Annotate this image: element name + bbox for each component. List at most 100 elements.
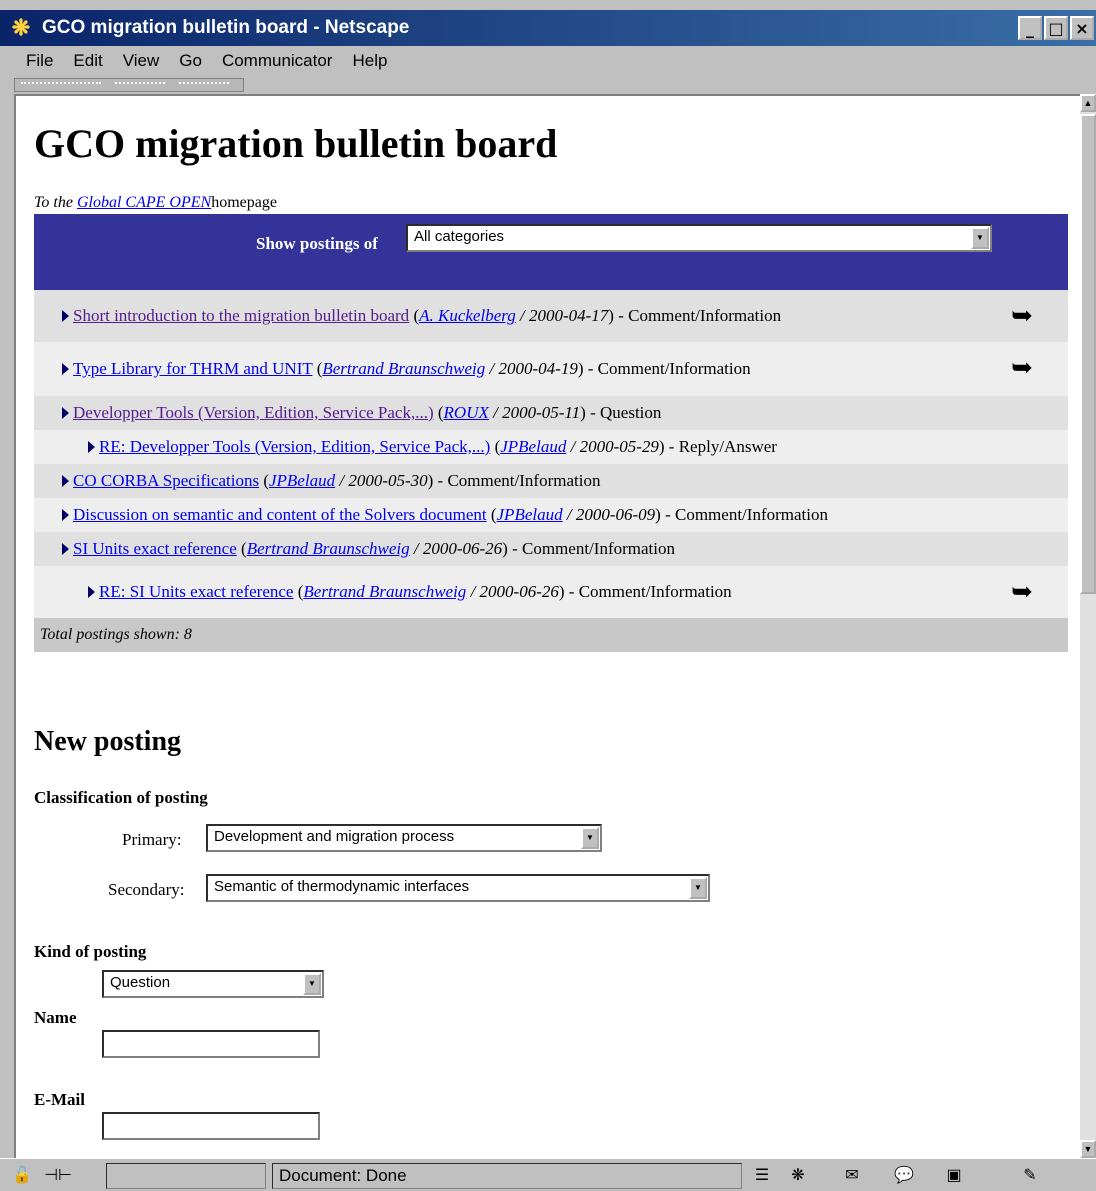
bullet-triangle-icon	[88, 586, 95, 598]
posting-title-link[interactable]: RE: SI Units exact reference	[99, 582, 293, 601]
chevron-down-icon[interactable]: ▼	[303, 973, 321, 995]
email-label: E-Mail	[34, 1090, 85, 1109]
posting-title-link[interactable]: Developper Tools (Version, Edition, Serv…	[73, 403, 434, 422]
intro-prefix: To the	[34, 194, 73, 211]
posting-row-reply: RE: SI Units exact reference (Bertrand B…	[34, 566, 1068, 618]
minimize-button[interactable]: _	[1018, 16, 1042, 40]
total-postings: Total postings shown: 8	[34, 618, 1068, 652]
bullet-triangle-icon	[62, 407, 69, 419]
global-cape-open-link[interactable]: Global CAPE OPEN	[77, 194, 211, 211]
primary-select[interactable]: Development and migration process ▼	[206, 824, 602, 852]
scroll-up-icon[interactable]: ▲	[1080, 94, 1096, 112]
reply-arrow-icon[interactable]: ➥	[1004, 354, 1040, 382]
author-link[interactable]: Bertrand Braunschweig	[247, 539, 410, 558]
author-link[interactable]: Bertrand Braunschweig	[303, 582, 466, 601]
composer-icon[interactable]: ✎	[1016, 1165, 1044, 1187]
posting-row: Short introduction to the migration bull…	[34, 290, 1068, 342]
posting-row: Discussion on semantic and content of th…	[34, 498, 1068, 532]
navigator-icon[interactable]: ❋	[784, 1165, 812, 1187]
posting-title-link[interactable]: Discussion on semantic and content of th…	[73, 505, 487, 524]
posting-date: 2000-06-09	[575, 505, 656, 524]
reply-arrow-icon[interactable]: ➥	[1004, 302, 1040, 330]
scroll-thumb[interactable]	[1080, 114, 1096, 594]
postings-list: Short introduction to the migration bull…	[34, 290, 1068, 652]
bullet-triangle-icon	[62, 475, 69, 487]
posting-date: 2000-04-19	[498, 359, 578, 378]
menu-file[interactable]: File	[26, 46, 53, 76]
bullet-triangle-icon	[62, 543, 69, 555]
page-viewport: GCO migration bulletin board To the Glob…	[14, 94, 1080, 1158]
posting-title-link[interactable]: RE: Developper Tools (Version, Edition, …	[99, 437, 490, 456]
menu-help[interactable]: Help	[352, 46, 387, 76]
posting-date: 2000-06-26	[479, 582, 559, 601]
posting-date: 2000-05-11	[502, 403, 581, 422]
mail-icon[interactable]: ✉	[838, 1165, 866, 1187]
chevron-down-icon[interactable]: ▼	[971, 227, 989, 249]
posting-date: 2000-05-30	[348, 471, 428, 490]
bullet-triangle-icon	[88, 441, 95, 453]
scroll-down-icon[interactable]: ▼	[1080, 1140, 1096, 1158]
browser-window: ❋ GCO migration bulletin board - Netscap…	[0, 0, 1096, 1191]
close-button[interactable]: ×	[1070, 16, 1094, 40]
vertical-scrollbar[interactable]: ▲ ▼	[1080, 94, 1096, 1158]
posting-row: Developper Tools (Version, Edition, Serv…	[34, 396, 1068, 430]
name-input[interactable]	[102, 1030, 320, 1058]
filter-bar: Show postings of All categories ▼	[34, 214, 1068, 290]
posting-kind: Comment/Information	[675, 505, 828, 524]
category-select[interactable]: All categories ▼	[406, 224, 992, 252]
posting-kind: Comment/Information	[597, 359, 751, 378]
netscape-logo-icon: ❋	[11, 15, 31, 40]
posting-row: SI Units exact reference (Bertrand Braun…	[34, 532, 1068, 566]
bullet-triangle-icon	[62, 509, 69, 521]
posting-kind: Comment/Information	[522, 539, 675, 558]
chevron-down-icon[interactable]: ▼	[581, 827, 599, 849]
menu-edit[interactable]: Edit	[73, 46, 102, 76]
menu-go[interactable]: Go	[179, 46, 202, 76]
secondary-select[interactable]: Semantic of thermodynamic interfaces ▼	[206, 874, 710, 902]
secondary-label: Secondary:	[108, 880, 185, 899]
page-title: GCO migration bulletin board	[34, 121, 558, 166]
posting-title-link[interactable]: Type Library for THRM and UNIT	[73, 359, 312, 378]
posting-row: Type Library for THRM and UNIT (Bertrand…	[34, 342, 1068, 396]
toolbar-grip[interactable]	[14, 78, 244, 92]
address-book-icon[interactable]: ▣	[940, 1165, 968, 1187]
maximize-button[interactable]: □	[1044, 16, 1068, 40]
classification-label: Classification of posting	[34, 788, 208, 807]
total-count: 8	[183, 626, 192, 643]
filter-label: Show postings of	[256, 234, 378, 253]
author-link[interactable]: JPBelaud	[500, 437, 566, 456]
total-label: Total postings shown:	[40, 626, 180, 643]
posting-row: CO CORBA Specifications (JPBelaud / 2000…	[34, 464, 1068, 498]
discussion-icon[interactable]: 💬	[890, 1165, 918, 1187]
author-link[interactable]: ROUX	[444, 403, 489, 422]
intro-text: To the Global CAPE OPENhomepage	[34, 194, 277, 212]
reply-arrow-icon[interactable]: ➥	[1004, 578, 1040, 606]
status-bar: 🔓 ⊣⊢ Document: Done ☰ ❋ ✉ 💬 ▣ ✎	[0, 1158, 1096, 1191]
posting-kind: Comment/Information	[447, 471, 601, 490]
title-bar: ❋ GCO migration bulletin board - Netscap…	[0, 10, 1096, 46]
posting-title-link[interactable]: CO CORBA Specifications	[73, 471, 259, 490]
author-link[interactable]: JPBelaud	[269, 471, 335, 490]
chevron-down-icon[interactable]: ▼	[689, 877, 707, 899]
bullet-triangle-icon	[62, 310, 69, 322]
kind-select-value: Question	[110, 974, 171, 991]
posting-title-link[interactable]: SI Units exact reference	[73, 539, 237, 558]
posting-date: 2000-06-26	[422, 539, 503, 558]
menu-communicator[interactable]: Communicator	[222, 46, 333, 76]
component-bar-icon[interactable]: ☰	[748, 1165, 776, 1187]
kind-label: Kind of posting	[34, 942, 147, 961]
category-select-value: All categories	[414, 228, 505, 245]
menu-bar: File Edit View Go Communicator Help	[0, 46, 1096, 76]
security-lock-icon[interactable]: 🔓	[8, 1165, 36, 1187]
posting-title-link[interactable]: Short introduction to the migration bull…	[73, 306, 409, 325]
window-controls: _ □ ×	[1018, 16, 1094, 40]
author-link[interactable]: JPBelaud	[497, 505, 563, 524]
menu-view[interactable]: View	[123, 46, 160, 76]
author-link[interactable]: Bertrand Braunschweig	[322, 359, 485, 378]
bullet-triangle-icon	[62, 363, 69, 375]
kind-select[interactable]: Question ▼	[102, 970, 324, 998]
new-posting-heading: New posting	[34, 726, 182, 757]
posting-kind: Comment/Information	[628, 306, 782, 325]
email-input[interactable]	[102, 1112, 320, 1140]
author-link[interactable]: A. Kuckelberg	[419, 306, 516, 325]
